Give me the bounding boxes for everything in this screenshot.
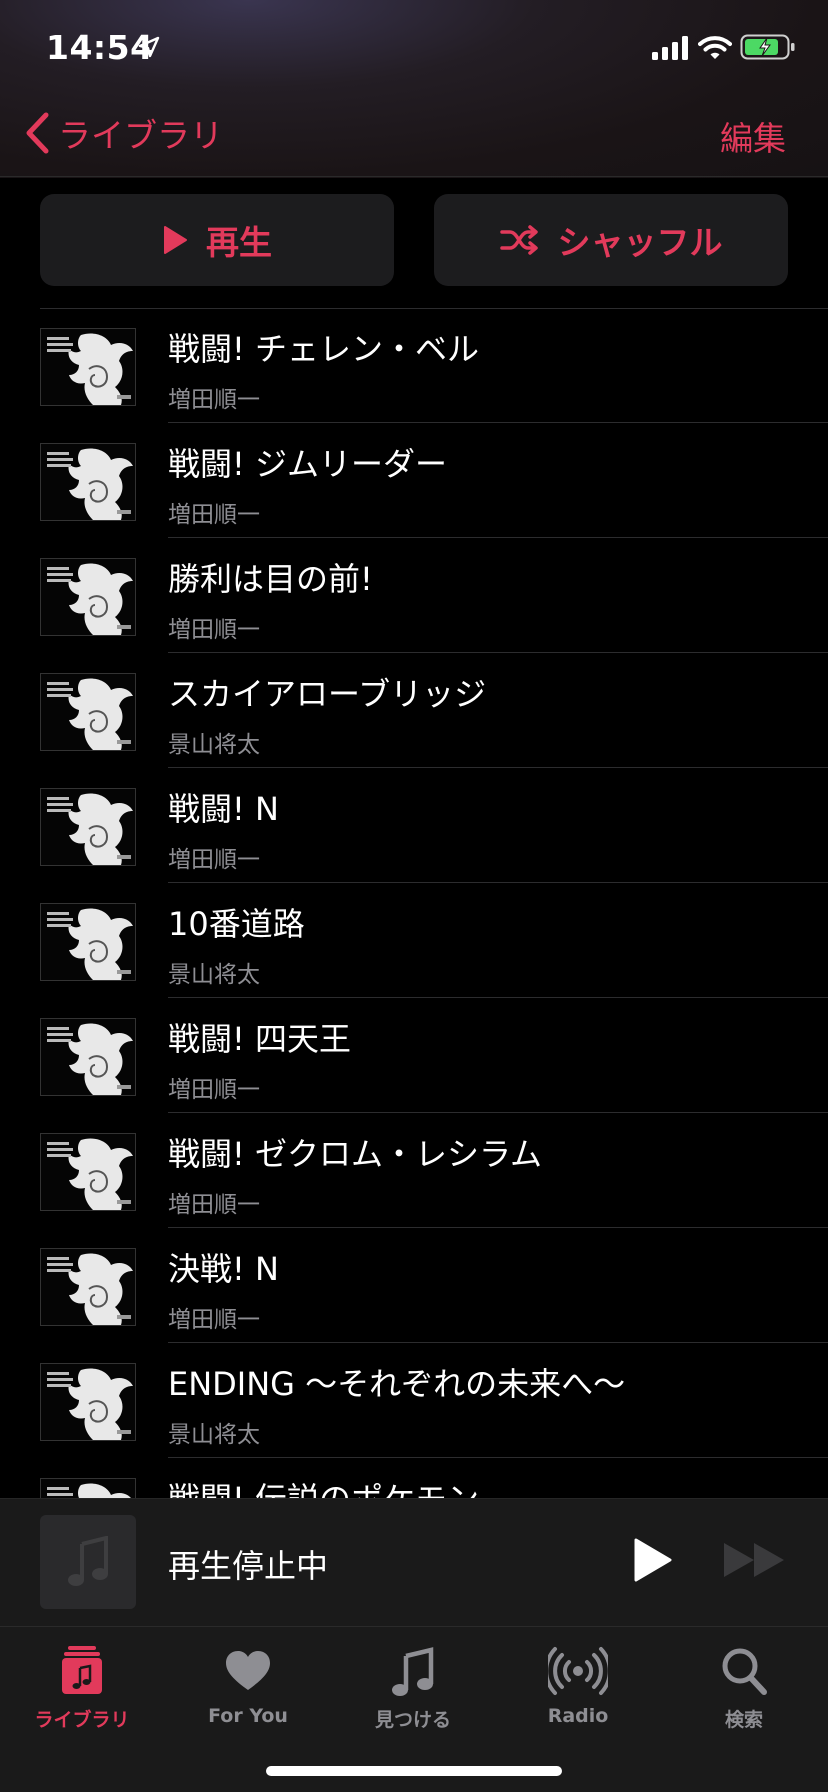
track-artist: 景山将太 bbox=[168, 1422, 260, 1448]
tab-search[interactable]: 検索 bbox=[664, 1641, 824, 1741]
mini-player[interactable]: 再生停止中 bbox=[0, 1498, 828, 1626]
track-artist: 景山将太 bbox=[168, 962, 260, 988]
radio-icon bbox=[548, 1647, 608, 1695]
fast-forward-button[interactable] bbox=[722, 1541, 788, 1579]
track-row[interactable]: ENDING 〜それぞれの未来へ〜景山将太 bbox=[0, 1343, 828, 1458]
album-artwork bbox=[40, 328, 136, 406]
tab-label: For You bbox=[208, 1705, 288, 1727]
track-title: 勝利は目の前! bbox=[168, 560, 373, 598]
track-title: 戦闘! 伝説のポケモン bbox=[168, 1474, 479, 1498]
track-row[interactable]: 10番道路景山将太 bbox=[0, 883, 828, 998]
track-artist: 増田順一 bbox=[168, 1077, 260, 1103]
track-title: 戦闘! チェレン・ベル bbox=[168, 330, 480, 368]
tab-label: ライブラリ bbox=[34, 1709, 130, 1731]
tab-label: 見つける bbox=[374, 1709, 451, 1731]
album-artwork bbox=[40, 903, 136, 981]
status-bar: 14:54 bbox=[0, 0, 828, 100]
mini-player-artwork bbox=[40, 1515, 136, 1609]
track-title: 戦闘! ゼクロム・レシラム bbox=[168, 1135, 543, 1173]
library-icon bbox=[62, 1646, 102, 1694]
track-artist: 増田順一 bbox=[168, 1307, 260, 1333]
mini-player-status: 再生停止中 bbox=[168, 1547, 329, 1585]
album-artwork bbox=[40, 788, 136, 866]
track-title: 戦闘! ジムリーダー bbox=[168, 445, 448, 483]
album-artwork bbox=[40, 558, 136, 636]
track-artist: 増田順一 bbox=[168, 1192, 260, 1218]
track-title: ENDING 〜それぞれの未来へ〜 bbox=[168, 1365, 626, 1403]
track-title: スカイアローブリッジ bbox=[168, 675, 487, 713]
track-title: 戦闘! N bbox=[168, 790, 279, 828]
play-icon bbox=[162, 225, 188, 255]
tab-label: 検索 bbox=[724, 1709, 763, 1731]
track-artist: 増田順一 bbox=[168, 847, 260, 873]
track-row[interactable]: 戦闘! チェレン・ベル増田順一 bbox=[0, 308, 828, 423]
chevron-left-icon bbox=[26, 112, 49, 154]
tab-browse[interactable]: 見つける bbox=[333, 1641, 493, 1741]
wifi-icon bbox=[698, 36, 732, 59]
music-note-icon bbox=[68, 1536, 108, 1586]
track-title: 10番道路 bbox=[168, 905, 305, 943]
back-button-label: ライブラリ bbox=[58, 116, 223, 155]
shuffle-icon bbox=[499, 224, 540, 256]
track-row[interactable]: 戦闘! ジムリーダー増田順一 bbox=[0, 423, 828, 538]
battery-icon bbox=[740, 34, 795, 60]
album-artwork bbox=[40, 1363, 136, 1441]
track-artist: 増田順一 bbox=[168, 502, 260, 528]
track-artist: 景山将太 bbox=[168, 732, 260, 758]
track-row[interactable]: 決戦! N 増田順一 bbox=[0, 1228, 828, 1343]
album-artwork bbox=[40, 1018, 136, 1096]
track-list: 戦闘! チェレン・ベル 増田順一 戦闘! ジムリーダー 増田順一 勝利は目の前! 増田… bbox=[0, 308, 828, 1498]
action-buttons: 再生 シャッフル bbox=[0, 194, 828, 286]
album-artwork bbox=[40, 1133, 136, 1211]
mini-play-button[interactable] bbox=[632, 1537, 674, 1583]
tab-label: Radio bbox=[547, 1705, 609, 1727]
track-title: 決戦! N bbox=[168, 1250, 279, 1288]
music-note-icon bbox=[392, 1647, 434, 1696]
track-row[interactable]: 戦闘! 伝説のポケモン bbox=[0, 1458, 828, 1498]
tab-library[interactable]: ライブラリ bbox=[2, 1641, 162, 1741]
album-artwork bbox=[40, 443, 136, 521]
navigation-bar: ライブラリ 編集 bbox=[0, 100, 828, 178]
track-row[interactable]: 戦闘! ゼクロム・レシラム増田順一 bbox=[0, 1113, 828, 1228]
location-arrow-icon bbox=[138, 36, 160, 58]
album-artwork bbox=[40, 673, 136, 751]
track-row[interactable]: 勝利は目の前! 増田順一 bbox=[0, 538, 828, 653]
home-indicator bbox=[266, 1766, 562, 1776]
back-button[interactable]: ライブラリ bbox=[24, 110, 223, 156]
track-row[interactable]: スカイアローブリッジ景山将太 bbox=[0, 653, 828, 768]
heart-icon bbox=[226, 1651, 270, 1690]
track-row[interactable]: 戦闘! 四天王増田順一 bbox=[0, 998, 828, 1113]
shuffle-button-label: シャッフル bbox=[557, 223, 723, 262]
track-artist: 増田順一 bbox=[168, 617, 260, 643]
album-artwork bbox=[40, 1248, 136, 1326]
track-row[interactable]: 戦闘! N 増田順一 bbox=[0, 768, 828, 883]
search-icon bbox=[722, 1648, 767, 1695]
shuffle-button[interactable]: シャッフル bbox=[434, 194, 788, 286]
edit-button[interactable]: 編集 bbox=[720, 112, 786, 160]
tab-for-you[interactable]: For You bbox=[168, 1641, 328, 1741]
tab-radio[interactable]: Radio bbox=[498, 1641, 658, 1741]
track-artist: 増田順一 bbox=[168, 387, 260, 413]
header-area: 14:54 ライブラリ 編集 bbox=[0, 0, 828, 178]
album-artwork bbox=[40, 1478, 136, 1498]
track-title: 戦闘! 四天王 bbox=[168, 1020, 352, 1058]
cellular-signal-icon bbox=[652, 36, 688, 60]
play-button-label: 再生 bbox=[206, 223, 272, 262]
nav-divider bbox=[0, 176, 828, 177]
play-button[interactable]: 再生 bbox=[40, 194, 394, 286]
